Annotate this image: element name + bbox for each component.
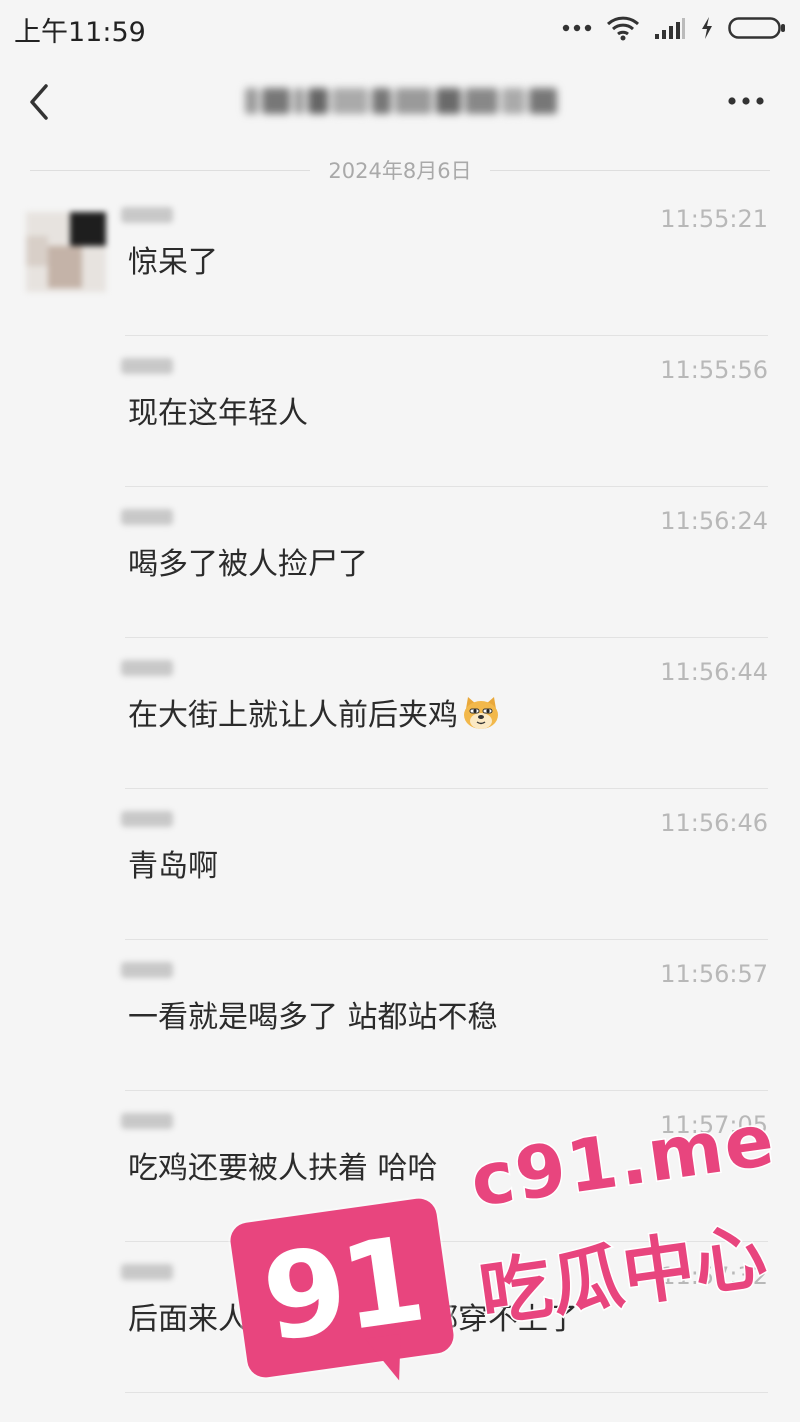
divider-line	[489, 169, 771, 171]
message-text: 青岛啊	[128, 849, 218, 884]
date-label: 2024年8月6日	[328, 159, 472, 183]
message-item[interactable]: 11:57:32 后面来人了这女的裤子都穿不上了	[121, 1242, 768, 1393]
message-item[interactable]: 11:56:46 青岛啊	[121, 789, 768, 940]
message-item[interactable]: 11:55:56 现在这年轻人	[121, 336, 768, 487]
sender-name-redacted	[121, 1113, 173, 1129]
status-bar: 上午11:59	[0, 0, 800, 56]
chat-header	[0, 60, 800, 144]
message-time: 11:55:21	[660, 205, 768, 233]
signal-icon	[655, 18, 685, 39]
status-icons	[562, 12, 786, 44]
message-text: 在大街上就让人前后夹鸡	[128, 698, 458, 733]
doge-emoji-icon	[464, 697, 498, 729]
message-text: 后面来人了这女的裤子都穿不上了	[128, 1302, 578, 1337]
sender-name-redacted	[121, 1264, 173, 1280]
message-item[interactable]: 11:56:44 在大街上就让人前后夹鸡	[121, 638, 768, 789]
ellipsis-icon[interactable]	[726, 88, 766, 114]
message-time: 11:56:46	[660, 809, 768, 837]
sender-name-redacted	[121, 660, 173, 676]
chevron-left-icon[interactable]	[24, 80, 54, 124]
message-text: 惊呆了	[128, 245, 218, 280]
message-item[interactable]: 11:57:05 吃鸡还要被人扶着 哈哈	[121, 1091, 768, 1242]
more-dots-icon	[562, 24, 592, 32]
message-item[interactable]: 11:56:57 一看就是喝多了 站都站不稳	[121, 940, 768, 1091]
message-text: 一看就是喝多了 站都站不稳	[128, 1000, 498, 1035]
message-item[interactable]: 11:55:21 惊呆了	[121, 185, 768, 336]
message-time: 11:55:56	[660, 356, 768, 384]
message-time: 11:57:32	[660, 1262, 768, 1290]
message-time: 11:56:24	[660, 507, 768, 535]
charging-icon	[702, 17, 712, 39]
message-content: 在大街上就让人前后夹鸡	[128, 690, 500, 734]
sender-name-redacted	[121, 207, 173, 223]
message-time: 11:56:57	[660, 960, 768, 988]
message-time: 11:57:05	[660, 1111, 768, 1139]
message-item[interactable]: 11:56:24 喝多了被人捡尸了	[121, 487, 768, 638]
chat-title-redacted	[245, 84, 558, 118]
battery-icon	[728, 17, 785, 39]
sender-name-redacted	[121, 962, 173, 978]
sender-name-redacted	[121, 811, 173, 827]
message-text: 吃鸡还要被人扶着 哈哈	[128, 1151, 438, 1186]
message-separator	[125, 1392, 768, 1393]
sender-name-redacted	[121, 358, 173, 374]
status-time: 上午11:59	[14, 17, 146, 48]
date-divider: 2024年8月6日	[30, 152, 771, 188]
divider-line	[30, 169, 311, 171]
message-text: 喝多了被人捡尸了	[128, 547, 368, 582]
sender-avatar[interactable]	[26, 212, 106, 292]
message-time: 11:56:44	[660, 658, 768, 686]
message-text: 现在这年轻人	[128, 396, 308, 431]
wifi-icon	[606, 16, 640, 41]
sender-name-redacted	[121, 509, 173, 525]
